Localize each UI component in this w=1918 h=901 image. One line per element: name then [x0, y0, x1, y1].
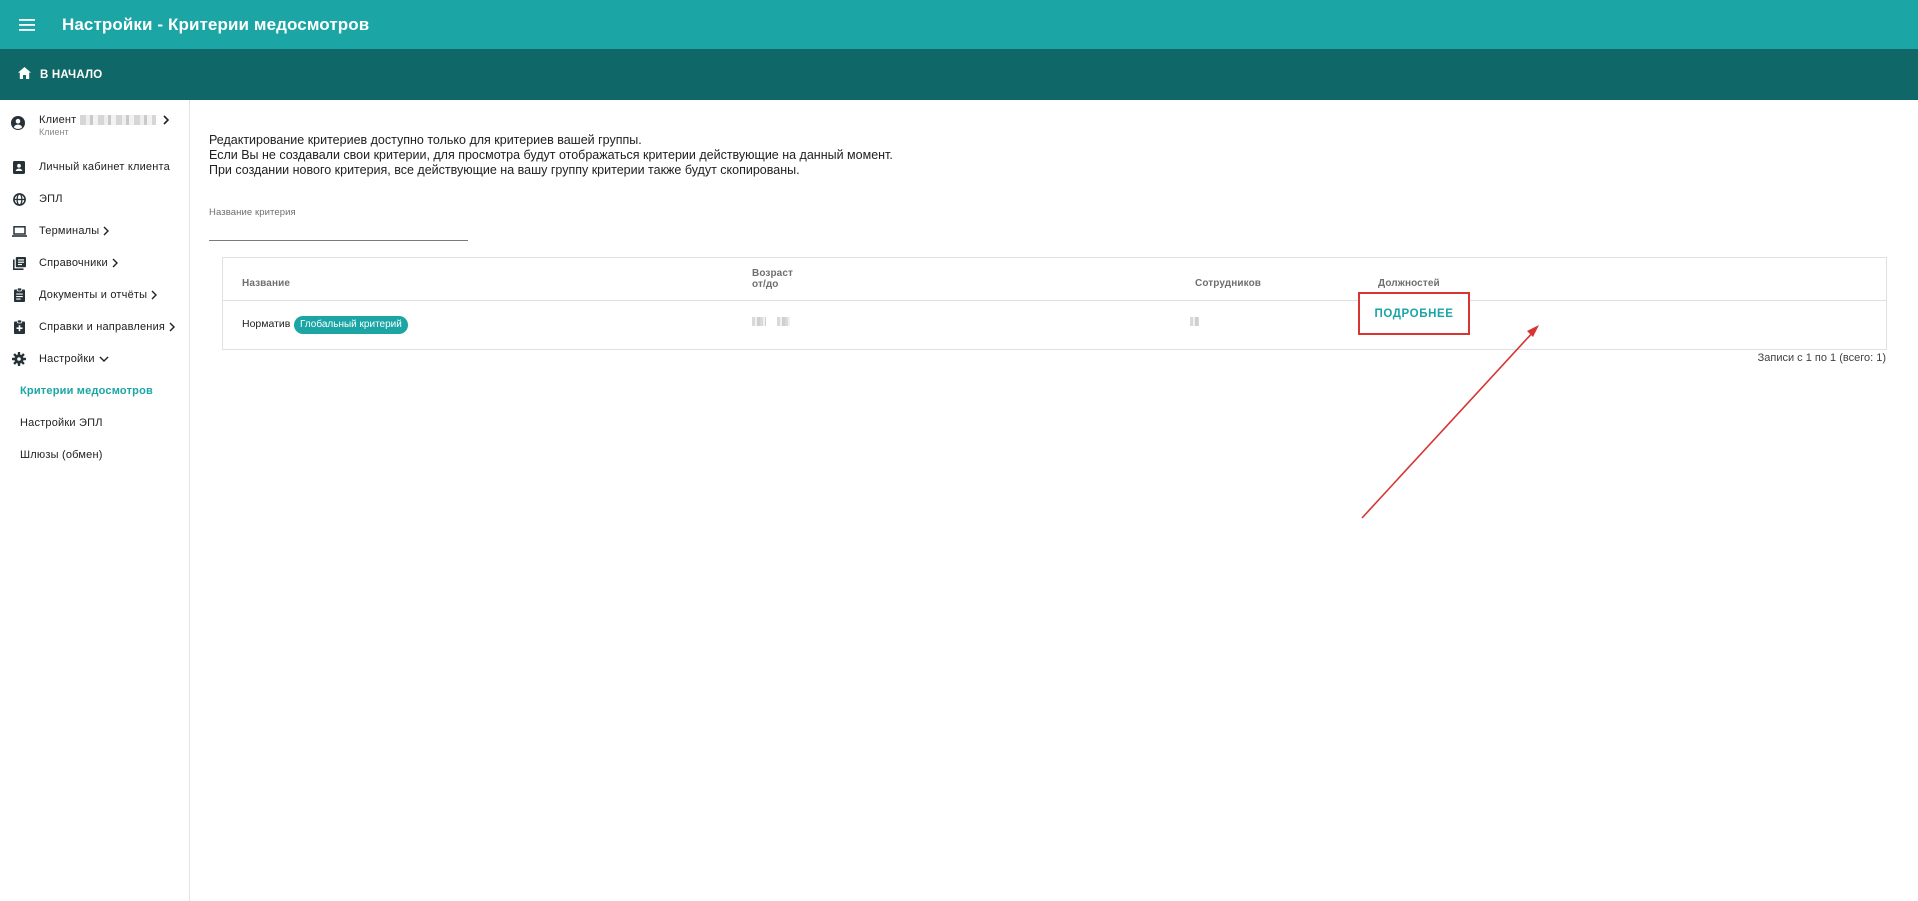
gear-icon — [11, 351, 27, 367]
chevron-right-icon — [163, 115, 170, 125]
client-name-redacted — [80, 115, 157, 125]
table-row: Норматив Глобальный критерий — [223, 302, 1886, 350]
sidebar-item-label: Документы и отчёты — [39, 289, 148, 301]
employees-count-redacted — [1190, 317, 1199, 326]
sidebar-item-terminals[interactable]: Терминалы — [0, 216, 189, 246]
column-header-employees[interactable]: Сотрудников — [1195, 278, 1261, 289]
table-header: Название Возраст от/до Сотрудников Должн… — [223, 258, 1886, 301]
info-line: При создании нового критерия, все действ… — [209, 163, 800, 177]
chevron-right-icon — [151, 290, 161, 300]
sidebar-item-directories[interactable]: Справочники — [0, 248, 189, 278]
laptop-icon — [11, 223, 27, 239]
sidebar-item-settings[interactable]: Настройки — [0, 344, 189, 374]
library-books-icon — [11, 255, 27, 271]
contact-card-icon — [11, 159, 27, 175]
sidebar-item-label: ЭПЛ — [39, 193, 63, 205]
sidebar-item-label: Настройки — [39, 353, 95, 365]
criterion-name-filter[interactable]: Название критерия — [209, 207, 468, 241]
sidebar-item-label: Терминалы — [39, 225, 100, 237]
page-title: Настройки - Критерии медосмотров — [62, 14, 370, 34]
globe-icon — [11, 191, 27, 207]
chevron-right-icon — [112, 258, 122, 268]
column-header-age[interactable]: Возраст от/до — [752, 268, 793, 290]
sidebar-subitem-gateways[interactable]: Шлюзы (обмен) — [20, 449, 103, 461]
chevron-right-icon — [169, 322, 179, 332]
records-summary: Записи с 1 по 1 (всего: 1) — [1757, 352, 1886, 364]
sidebar-subitem-epl-settings[interactable]: Настройки ЭПЛ — [20, 417, 103, 429]
sidebar-item-epl[interactable]: ЭПЛ — [0, 184, 189, 214]
chevron-right-icon — [103, 226, 113, 236]
column-header-age-line1: Возраст — [752, 268, 793, 279]
clipboard-icon — [11, 287, 27, 303]
account-circle-icon — [11, 116, 27, 132]
top-app-bar: Настройки - Критерии медосмотров — [0, 0, 1918, 49]
age-to-redacted — [777, 317, 790, 326]
chevron-down-icon — [99, 354, 109, 364]
details-button-label: ПОДРОБНЕЕ — [1374, 307, 1454, 320]
sidebar-item-label: Справки и направления — [39, 321, 166, 333]
details-button[interactable]: ПОДРОБНЕЕ — [1358, 292, 1470, 335]
home-icon — [18, 66, 31, 84]
sidebar: Клиент Клиент Личный кабинет клиента ЭПЛ… — [0, 100, 190, 901]
hamburger-menu-icon[interactable] — [13, 11, 40, 38]
client-label: Клиент — [39, 114, 77, 126]
home-link-label: В НАЧАЛО — [40, 68, 103, 81]
global-criterion-badge: Глобальный критерий — [294, 316, 408, 334]
info-line: Если Вы не создавали свои критерии, для … — [209, 148, 893, 162]
sidebar-item-label: Личный кабинет клиента — [39, 161, 170, 173]
criteria-table: Название Возраст от/до Сотрудников Должн… — [222, 257, 1887, 350]
column-header-name[interactable]: Название — [242, 278, 290, 289]
clipboard-plus-icon — [11, 319, 27, 335]
criterion-name-filter-label: Название критерия — [209, 207, 296, 218]
criterion-name: Норматив — [242, 318, 291, 330]
column-header-age-line2: от/до — [752, 279, 779, 290]
home-link[interactable]: В НАЧАЛО — [18, 66, 102, 84]
sidebar-item-client-cabinet[interactable]: Личный кабинет клиента — [0, 152, 189, 182]
sidebar-item-documents-reports[interactable]: Документы и отчёты — [0, 280, 189, 310]
sidebar-subitem-exam-criteria[interactable]: Критерии медосмотров — [20, 385, 153, 397]
sidebar-item-label: Справочники — [39, 257, 108, 269]
sidebar-item-certificates-referrals[interactable]: Справки и направления — [0, 312, 189, 342]
main-content: Редактирование критериев доступно только… — [191, 100, 1918, 901]
criterion-name-input[interactable] — [209, 224, 468, 238]
column-header-positions[interactable]: Должностей — [1378, 278, 1440, 289]
info-line: Редактирование критериев доступно только… — [209, 133, 642, 147]
client-sublabel: Клиент — [39, 127, 69, 137]
breadcrumb-bar: В НАЧАЛО — [0, 49, 1918, 100]
info-text: Редактирование критериев доступно только… — [209, 133, 893, 178]
client-selector[interactable]: Клиент Клиент — [0, 114, 189, 144]
age-from-redacted — [752, 317, 766, 326]
